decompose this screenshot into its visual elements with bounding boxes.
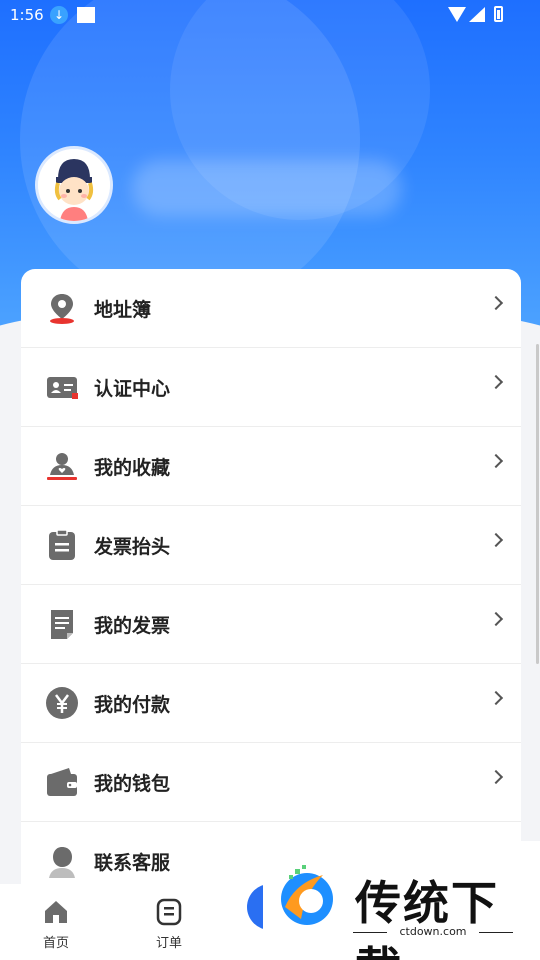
- notification-icon: [77, 7, 95, 23]
- wallet-icon: [47, 768, 77, 796]
- menu-item-address[interactable]: 地址簿: [21, 269, 521, 348]
- id-card-icon: [47, 377, 78, 399]
- status-time: 1:56: [10, 6, 44, 24]
- menu-card: 地址簿 认证中心 我的收藏 发票抬头 我的发票 我的付款 我的钱包 联系客服: [21, 269, 521, 899]
- clipboard-icon: [49, 529, 75, 560]
- tab-home[interactable]: 首页: [16, 884, 96, 960]
- yen-icon: [46, 687, 78, 719]
- menu-item-label: 我的收藏: [94, 457, 171, 479]
- menu-item-label: 我的发票: [94, 615, 171, 637]
- menu-item-label: 我的钱包: [94, 773, 171, 795]
- chevron-right-icon: [488, 611, 504, 627]
- menu-item-wallet[interactable]: 我的钱包: [21, 743, 521, 822]
- chevron-right-icon: [488, 295, 504, 311]
- menu-item-my-invoice[interactable]: 我的发票: [21, 585, 521, 664]
- watermark: 传统下载 ctdown.com: [263, 841, 540, 960]
- watermark-title: 传统下载: [355, 876, 499, 960]
- wifi-icon: [448, 7, 466, 22]
- menu-item-payments[interactable]: 我的付款: [21, 664, 521, 743]
- tab-label: 订单: [155, 936, 182, 951]
- chevron-right-icon: [488, 453, 504, 469]
- home-icon: [45, 901, 67, 923]
- orders-icon: [156, 898, 182, 926]
- watermark-url: ctdown.com: [353, 925, 513, 938]
- download-icon: ↓: [50, 6, 68, 24]
- chevron-right-icon: [488, 374, 504, 390]
- location-pin-icon: [50, 294, 74, 324]
- tab-label: 首页: [42, 936, 69, 951]
- avatar[interactable]: [35, 146, 113, 224]
- watermark-logo-icon: [281, 865, 333, 925]
- menu-item-favorites[interactable]: 我的收藏: [21, 427, 521, 506]
- menu-item-label: 我的付款: [94, 694, 171, 716]
- username-blurred: [132, 160, 402, 216]
- battery-icon: [494, 6, 503, 22]
- chevron-right-icon: [488, 769, 504, 785]
- document-icon: [51, 610, 73, 639]
- scrollbar[interactable]: [536, 344, 539, 664]
- customer-service-icon: [49, 847, 75, 878]
- menu-item-verify[interactable]: 认证中心: [21, 348, 521, 427]
- status-bar: 1:56 ↓: [0, 0, 540, 32]
- menu-item-label: 发票抬头: [94, 536, 171, 558]
- favorite-person-icon: [47, 453, 77, 480]
- chevron-right-icon: [488, 532, 504, 548]
- menu-item-invoice-title[interactable]: 发票抬头: [21, 506, 521, 585]
- menu-item-label: 地址簿: [94, 299, 152, 321]
- menu-item-label: 认证中心: [94, 378, 171, 400]
- tab-orders[interactable]: 订单: [129, 884, 209, 960]
- chevron-right-icon: [488, 690, 504, 706]
- signal-icon: [469, 7, 485, 22]
- avatar-face-icon: [38, 149, 110, 221]
- menu-item-label: 联系客服: [94, 852, 171, 874]
